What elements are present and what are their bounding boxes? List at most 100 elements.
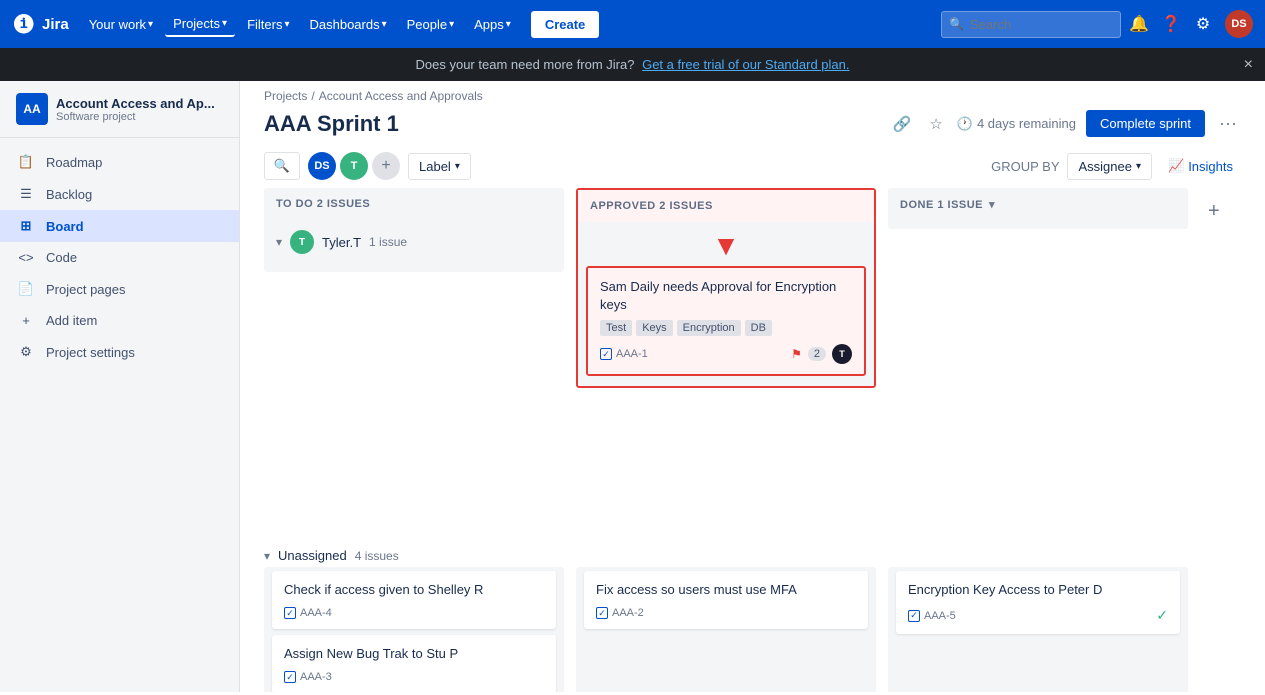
add-item-icon: + [16,313,36,328]
label-filter-button[interactable]: Label ▾ [408,153,471,180]
chevron-down-icon: ▾ [284,19,289,30]
checkbox-icon: ✓ [596,607,608,619]
card-aaa2[interactable]: Fix access so users must use MFA ✓ AAA-2 [584,571,868,629]
sidebar: AA Account Access and Ap... Software pro… [0,81,240,692]
groupby-select[interactable]: Assignee ▾ [1067,153,1152,180]
complete-sprint-button[interactable]: Complete sprint [1086,110,1205,137]
card-meta: ⚑ 2 T [791,344,852,364]
sidebar-item-backlog[interactable]: ☰ Backlog [0,178,239,210]
announcement-banner: Does your team need more from Jira? Get … [0,48,1265,81]
column-approved-body: ▼ Sam Daily needs Approval for Encryptio… [578,222,874,386]
search-input[interactable] [941,11,1121,38]
check-mark-icon: ✓ [1156,607,1168,624]
user-avatar[interactable]: DS [1225,10,1253,38]
search-board-input[interactable]: 🔍 [264,152,300,180]
filters-nav[interactable]: Filters ▾ [239,13,297,36]
group-tyler-header[interactable]: ▾ T Tyler.T 1 issue [272,224,556,260]
sidebar-item-project-settings[interactable]: ⚙ Project settings [0,336,239,368]
avatar-t[interactable]: T [340,152,368,180]
banner-cta-link[interactable]: Get a free trial of our Standard plan. [642,57,849,72]
board-icon: ⊞ [16,218,36,234]
breadcrumb-separator: / [311,89,314,103]
star-button[interactable]: ☆ [925,111,946,137]
column-todo-header: TO DO 2 ISSUES [264,188,564,220]
help-button[interactable]: ❓ [1157,10,1185,38]
more-options-button[interactable]: ··· [1215,109,1241,138]
card-title: Sam Daily needs Approval for Encryption … [600,278,852,314]
unassigned-header[interactable]: ▾ Unassigned 4 issues [264,542,1180,567]
highlighted-card[interactable]: Sam Daily needs Approval for Encryption … [586,266,866,376]
sidebar-item-project-pages[interactable]: 📄 Project pages [0,273,239,305]
column-approved-header: APPROVED 2 ISSUES [578,190,874,222]
sidebar-item-board[interactable]: ⊞ Board [0,210,239,242]
chevron-down-icon: ▾ [449,19,454,30]
banner-close-button[interactable]: × [1244,56,1253,74]
avatar-ds[interactable]: DS [308,152,336,180]
collapse-icon: ▾ [276,235,282,249]
sidebar-item-roadmap[interactable]: 📋 Roadmap [0,146,239,178]
clock-icon: 🕐 [957,116,973,132]
projects-nav[interactable]: Projects ▾ [165,12,235,37]
group-tyler-label: Tyler.T [322,235,361,250]
tag-encryption: Encryption [677,320,741,336]
top-nav: Jira Your work ▾ Projects ▾ Filters ▾ Da… [0,0,1265,48]
jira-logo-text: Jira [42,16,69,33]
column-approved: APPROVED 2 ISSUES ▼ Sam Daily needs Appr… [576,188,876,388]
sidebar-item-code[interactable]: <> Code [0,242,239,273]
card-title: Encryption Key Access to Peter D [908,581,1168,599]
sidebar-item-add-item[interactable]: + Add item [0,305,239,336]
card-id: ✓ AAA-1 [600,348,648,360]
column-done-header[interactable]: DONE 1 ISSUE ▾ [888,188,1188,221]
collapse-icon: ▾ [264,549,270,563]
board-area: TO DO 2 ISSUES ▾ T Tyler.T 1 issue [240,188,1265,692]
chevron-down-icon: ▾ [1136,161,1141,172]
add-column-button[interactable]: + [1200,192,1228,231]
chevron-down-icon: ▾ [989,198,995,211]
annotation-arrow: ▼ [586,230,866,262]
card-id: ✓ AAA-3 [284,671,544,683]
search-container[interactable]: 🔍 [941,11,1121,38]
checkbox-icon: ✓ [908,610,920,622]
tag-db: DB [745,320,772,336]
tag-keys: Keys [636,320,672,336]
group-tyler-t: ▾ T Tyler.T 1 issue [272,224,556,260]
chevron-down-icon: ▾ [222,18,227,29]
your-work-nav[interactable]: Your work ▾ [81,13,161,36]
card-aaa5[interactable]: Encryption Key Access to Peter D ✓ AAA-5… [896,571,1180,634]
page-header: AAA Sprint 1 🔗 ☆ 🕐 4 days remaining Comp… [240,103,1265,148]
jira-logo-icon [12,12,36,36]
flag-icon: ⚑ [791,347,802,361]
insights-button[interactable]: 📈 Insights [1160,154,1241,178]
card-aaa3[interactable]: Assign New Bug Trak to Stu P ✓ AAA-3 [272,635,556,692]
add-avatar-button[interactable]: + [372,152,400,180]
share-icon-button[interactable]: 🔗 [889,111,916,137]
apps-nav[interactable]: Apps ▾ [466,13,519,36]
chart-icon: 📈 [1168,158,1184,174]
search-icon: 🔍 [949,17,964,31]
project-type: Software project [56,111,215,123]
card-footer: ✓ AAA-5 ✓ [908,607,1168,624]
card-aaa4[interactable]: Check if access given to Shelley R ✓ AAA… [272,571,556,629]
project-name: Account Access and Ap... [56,96,215,111]
logo[interactable]: Jira [12,12,69,36]
chevron-down-icon: ▾ [382,19,387,30]
chevron-down-icon: ▾ [506,19,511,30]
card-footer: ✓ AAA-1 ⚑ 2 T [600,344,852,364]
card-id: ✓ AAA-5 [908,610,956,622]
card-title: Assign New Bug Trak to Stu P [284,645,544,663]
project-pages-icon: 📄 [16,281,36,297]
breadcrumb-project[interactable]: Account Access and Approvals [319,89,483,103]
chevron-down-icon: ▾ [148,19,153,30]
checkbox-icon: ✓ [600,348,612,360]
notification-bell-button[interactable]: 🔔 [1125,10,1153,38]
banner-text: Does your team need more from Jira? [416,57,635,72]
breadcrumb-projects[interactable]: Projects [264,89,307,103]
avatar-group: DS T + [308,152,400,180]
create-button[interactable]: Create [531,11,599,38]
group-tyler-avatar: T [290,230,314,254]
project-icon: AA [16,93,48,125]
people-nav[interactable]: People ▾ [399,13,463,36]
unassigned-section: ▾ Unassigned 4 issues Check if access gi… [264,542,1241,692]
dashboards-nav[interactable]: Dashboards ▾ [301,13,394,36]
settings-button[interactable]: ⚙ [1189,10,1217,38]
